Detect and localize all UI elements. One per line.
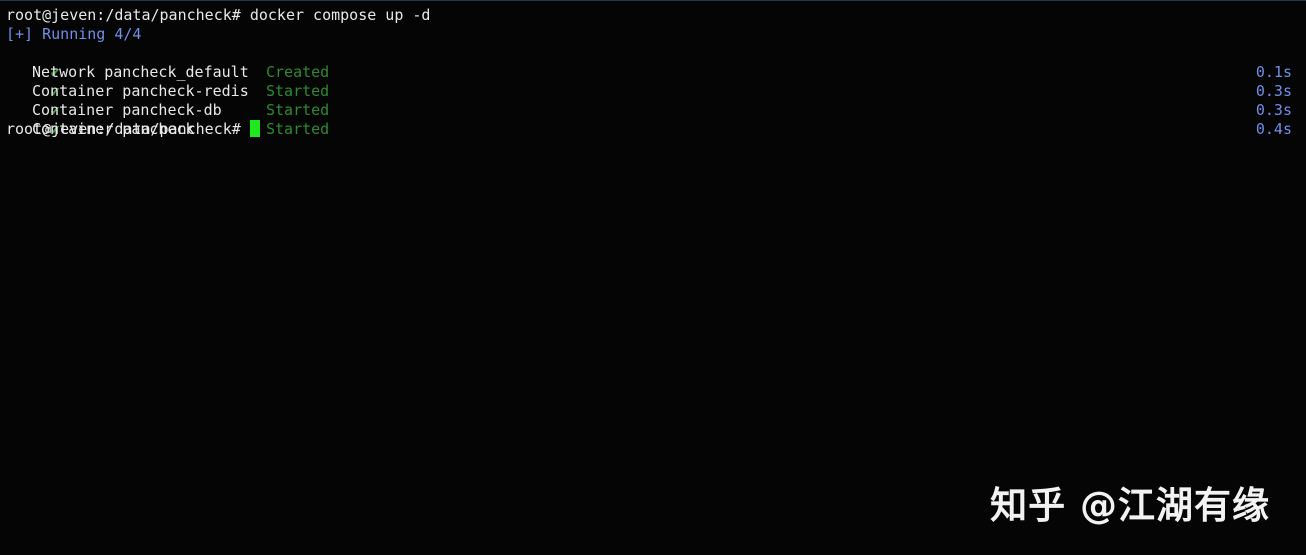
running-status-line: [+] Running 4/4	[6, 25, 142, 43]
watermark: 知乎 @江湖有缘	[990, 484, 1270, 527]
input-line[interactable]: root@jeven:/data/pancheck#	[6, 120, 1292, 139]
shell-prompt: root@jeven:/data/pancheck#	[6, 120, 241, 138]
terminal-window[interactable]: root@jeven:/data/pancheck# docker compos…	[0, 0, 1306, 555]
text-cursor[interactable]	[249, 120, 260, 137]
step-row: ✔ Container pancheck Started 0.4s	[6, 101, 1292, 138]
step-row: ✔ Container pancheck-redis Started 0.3s	[6, 63, 1292, 100]
step-row: ✔ Network pancheck_default Created 0.1s	[6, 44, 1292, 81]
shell-prompt: root@jeven:/data/pancheck#	[6, 6, 241, 24]
command-text: docker compose up -d	[249, 6, 431, 24]
step-row: ✔ Container pancheck-db Started 0.3s	[6, 82, 1292, 119]
command-line: root@jeven:/data/pancheck# docker compos…	[6, 6, 1292, 25]
